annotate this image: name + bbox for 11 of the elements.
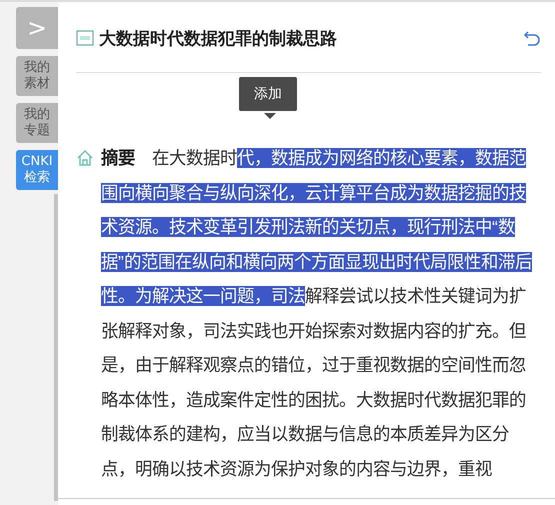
tooltip: 添加 <box>239 77 297 111</box>
tooltip-pointer <box>264 113 276 119</box>
undo-icon[interactable] <box>523 30 541 46</box>
article-title: 大数据时代数据犯罪的制裁思路 <box>99 28 338 50</box>
sidebar-tab[interactable]: 我的专题 <box>16 103 58 143</box>
expand-button[interactable]: > <box>16 7 58 49</box>
xml-file-icon <box>76 29 94 47</box>
abstract-text: 摘要 在大数据时代，数据成为网络的核心要素，数据范围向横向聚合与纵向深化，云计算平台成为数据挖掘的技术资源。技术变革引发刑法新的关切点，现行刑法中“数据”的范围在纵向和横向两个方面显现出时代局限性和滞后性。为解决这一问题，司法解释尝试以技术性关键词为扩张解释对象，司法实践也开始探索对数据内容的扩充。但是，由于解释观察点的错位，过于重视数据的空间性而忽略本体性，造成案件定性的困扰。大数据时代数据犯罪的制裁体系的建构，应当以数据与信息的本质差异为区分点，明确以技术资源为保护对象的内容与边界，重视 <box>101 147 533 480</box>
home-icon <box>76 149 94 167</box>
sidebar-tab[interactable]: 我的素材 <box>16 56 58 96</box>
sidebar-tab[interactable]: CNKI检索 <box>16 150 58 190</box>
